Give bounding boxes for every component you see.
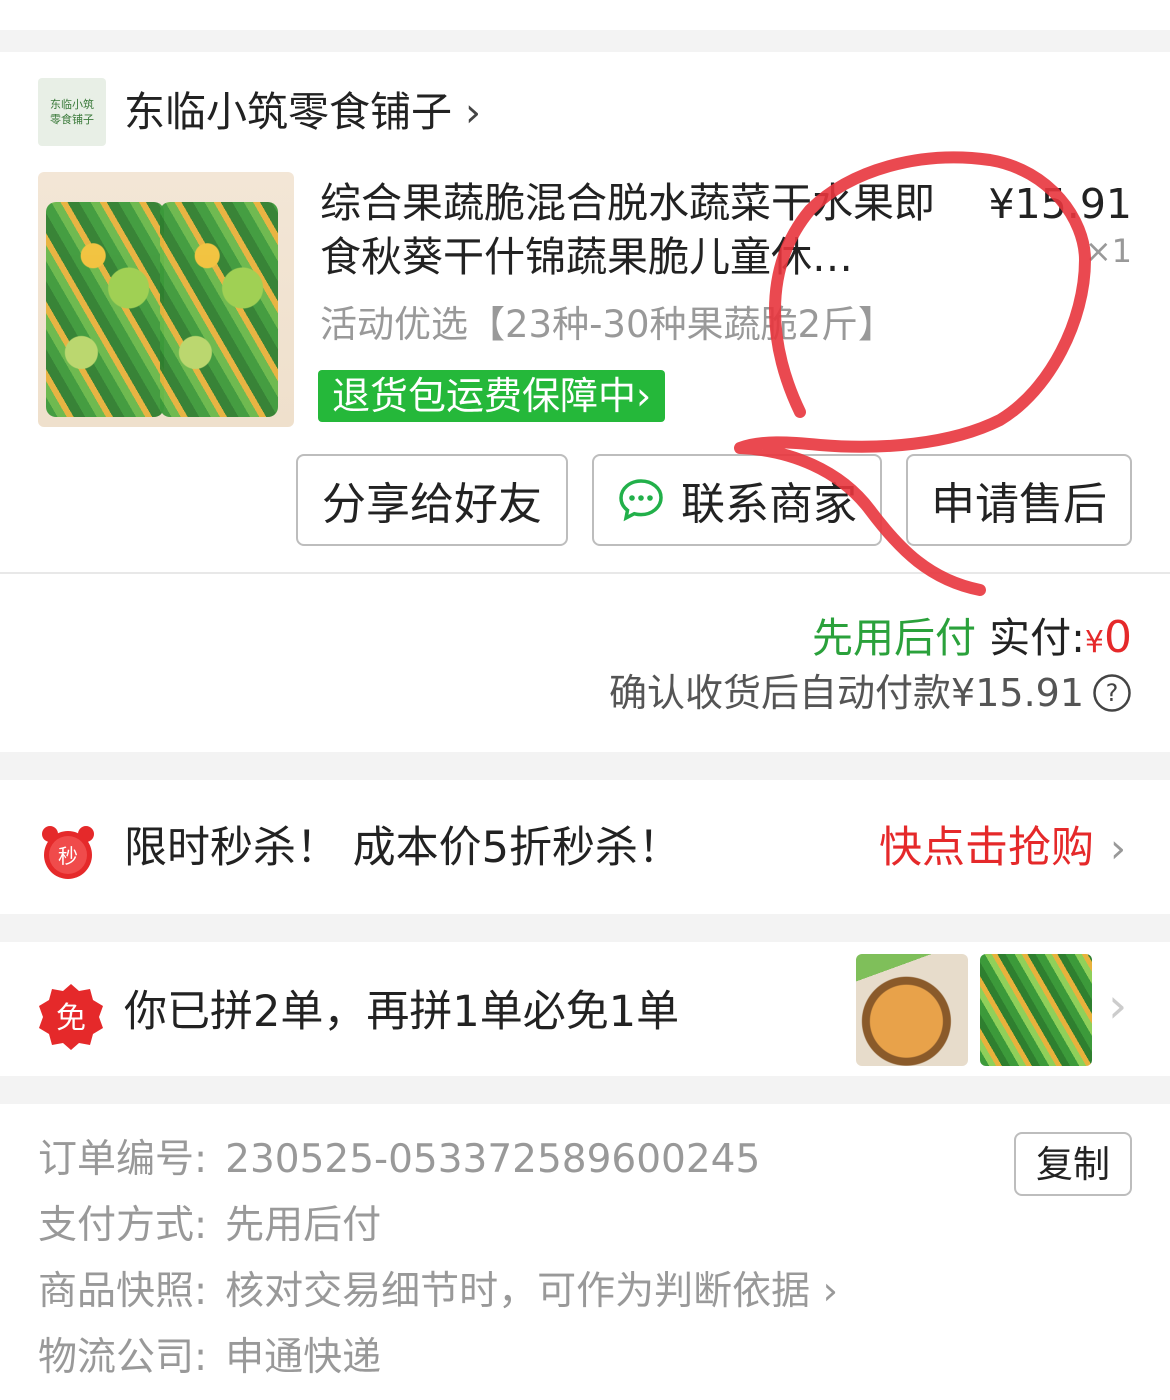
pay-later-label: 先用后付 [812,614,977,662]
alarm-clock-icon: 秒 [42,826,94,879]
share-button[interactable]: 分享给好友 [296,454,568,546]
help-icon[interactable]: ? [1092,673,1132,713]
chevron-right-icon: › [1110,826,1126,872]
payment-method-row: 支付方式: 先用后付 [38,1198,381,1254]
chevron-right-icon[interactable]: › [1108,978,1127,1034]
group-buy-text: 你已拼2单，再拼1单必免1单 [124,987,680,1037]
help-icon-glyph: ? [1106,679,1119,707]
order-number-row: 订单编号: 230525-053372589600245 [38,1132,760,1188]
alarm-icon-text: 秒 [58,844,78,868]
product-spec: 活动优选【23种-30种果蔬脆2斤】 [320,303,896,346]
snapshot-row[interactable]: 商品快照: 核对交易细节时，可作为判断依据 › [38,1264,838,1320]
shop-name-link[interactable]: 东临小筑零食铺子 › [124,86,481,139]
seckill-cta-label: 快点击抢购 [879,823,1094,873]
product-price: ¥15.91 [988,180,1132,228]
product-bag-graphic [46,202,164,417]
snapshot-value: 核对交易细节时，可作为判断依据 › [225,1269,839,1314]
chat-icon [619,479,663,522]
logistics-row: 物流公司: 申通快递 [38,1330,381,1386]
contact-seller-button[interactable]: 联系商家 [592,454,882,546]
shop-logo[interactable]: 东临小筑零食铺子 [38,78,106,146]
free-badge-icon: 免 [39,984,103,1050]
seckill-cta[interactable]: 快点击抢购 › [879,820,1126,877]
copy-button[interactable]: 复制 [1014,1132,1132,1196]
auto-pay-note: 确认收货后自动付款¥15.91 ? [609,666,1132,720]
product-bag-graphic [160,202,278,417]
top-strip [0,0,1170,30]
share-button-label: 分享给好友 [322,479,542,530]
order-number-value: 230525-053372589600245 [225,1137,761,1182]
product-title[interactable]: 综合果蔬脆混合脱水蔬菜干水果即食秋葵干什锦蔬果脆儿童休… [320,176,940,284]
order-number-label: 订单编号: [38,1137,208,1182]
return-shipping-badge[interactable]: 退货包运费保障中› [318,370,666,422]
currency-symbol: ¥ [1084,625,1104,660]
payment-summary: 先用后付 实付:¥0 [812,612,1132,669]
seckill-text: 限时秒杀！ 成本价5折秒杀！ [124,823,682,873]
shop-name: 东临小筑零食铺子 [124,88,452,136]
payment-method-value: 先用后付 [225,1203,382,1248]
divider [0,572,1170,574]
product-thumbnail[interactable] [980,954,1092,1066]
product-quantity: ×1 [1084,232,1132,270]
shop-logo-text: 东临小筑零食铺子 [50,98,94,126]
logistics-label: 物流公司: [38,1335,208,1380]
after-sale-button[interactable]: 申请售后 [906,454,1132,546]
seckill-banner[interactable]: 秒 限时秒杀！ 成本价5折秒杀！ 快点击抢购 › [0,780,1170,914]
order-shop-card: 东临小筑零食铺子 东临小筑零食铺子 › 综合果蔬脆混合脱水蔬菜干水果即食秋葵干什… [0,52,1170,752]
logistics-value: 申通快递 [225,1335,382,1380]
auto-pay-text: 确认收货后自动付款¥15.91 [609,671,1084,715]
payment-method-label: 支付方式: [38,1203,208,1248]
after-sale-label: 申请售后 [931,479,1107,530]
paid-label: 实付: [989,614,1085,662]
contact-seller-label: 联系商家 [681,479,857,530]
paid-amount: 0 [1104,612,1132,663]
free-icon-text: 免 [56,1001,86,1036]
product-image[interactable] [38,172,294,427]
chevron-right-icon: › [465,90,482,136]
group-buy-banner[interactable]: 免 你已拼2单，再拼1单必免1单 › [0,942,1170,1076]
order-info-card: 订单编号: 230525-053372589600245 支付方式: 先用后付 商品… [0,1104,1170,1400]
snapshot-label: 商品快照: [38,1269,208,1314]
product-thumbnail[interactable] [856,954,968,1066]
